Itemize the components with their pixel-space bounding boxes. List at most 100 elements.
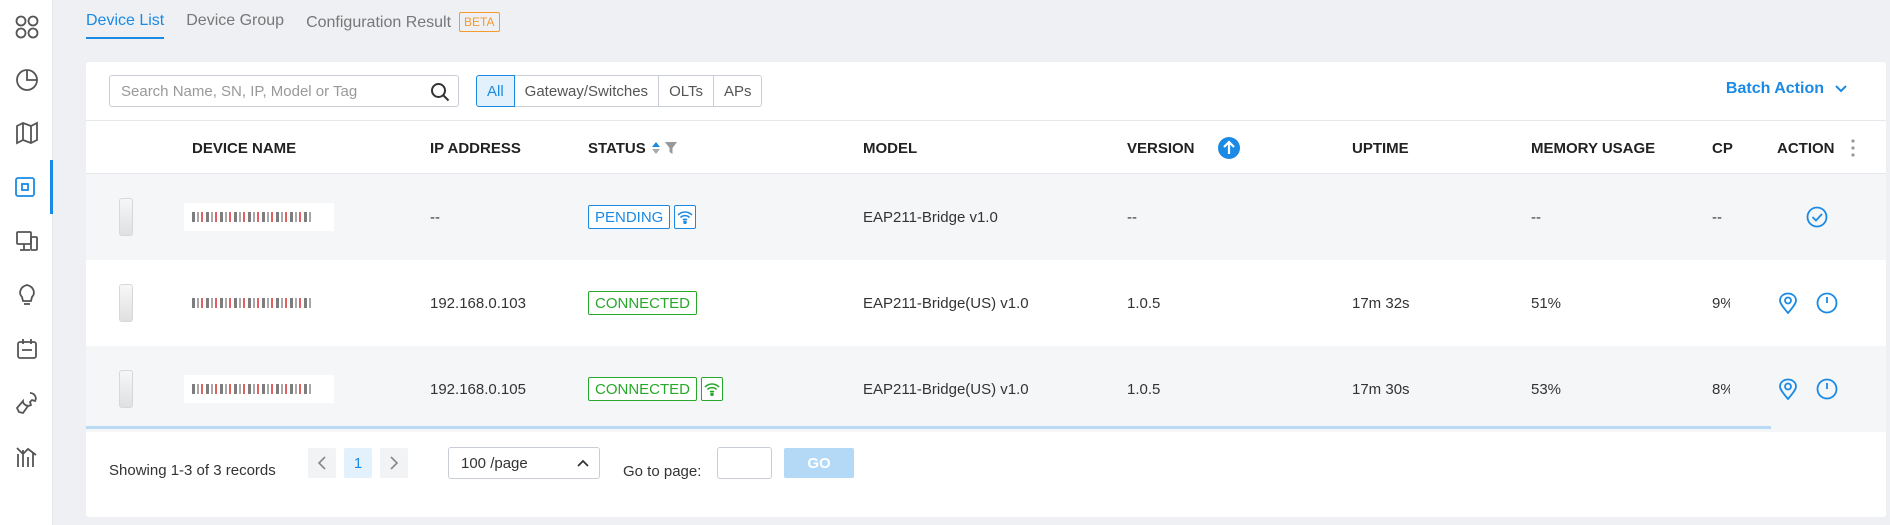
filter-olts-button[interactable]: OLTs	[658, 75, 714, 107]
device-thumbnail	[119, 174, 133, 260]
tab-device-list-label: Device List	[86, 12, 165, 29]
prev-page-button[interactable]	[308, 448, 336, 478]
wireless-icon	[674, 205, 697, 229]
records-summary: Showing 1-3 of 3 records	[109, 462, 276, 479]
sidebar-item-insight[interactable]	[0, 268, 53, 322]
device-image	[119, 370, 133, 408]
column-memory-usage[interactable]: MEMORY USAGE	[1531, 121, 1655, 175]
sidebar-item-reports[interactable]	[0, 430, 53, 484]
ip-cell: 192.168.0.103	[430, 294, 526, 312]
memory-cell: 53%	[1531, 380, 1562, 398]
action-cell	[1777, 260, 1838, 346]
next-page-button[interactable]	[380, 448, 408, 478]
device-thumbnail	[119, 260, 133, 346]
status-cell: PENDING	[588, 174, 697, 260]
upgrade-arrow-icon[interactable]	[1217, 136, 1241, 160]
tab-configuration-result[interactable]: Configuration Result BETA	[306, 12, 500, 39]
sidebar-item-logs[interactable]	[0, 322, 53, 376]
search-icon[interactable]	[430, 82, 450, 102]
action-cell	[1777, 346, 1838, 432]
power-reboot-icon[interactable]	[1816, 378, 1838, 400]
batch-action-button[interactable]: Batch Action	[1726, 80, 1848, 98]
sidebar-item-dashboard[interactable]	[0, 0, 53, 54]
table-row[interactable]: -- PENDING EAP211-Bridge v1.0 -- -- --	[86, 174, 1886, 260]
tab-device-group-label: Device Group	[186, 12, 285, 29]
sidebar-item-tools[interactable]	[0, 376, 53, 430]
column-status-label: STATUS	[588, 139, 646, 157]
column-version[interactable]: VERSION	[1127, 121, 1241, 175]
table-row[interactable]: 192.168.0.105 CONNECTED EAP211-Bridge(US…	[86, 346, 1886, 432]
filter-gateway-switches-button[interactable]: Gateway/Switches	[513, 75, 660, 107]
column-cpu[interactable]: CP	[1712, 121, 1734, 175]
insight-bulb-icon	[18, 284, 35, 305]
chevron-up-icon	[577, 459, 589, 467]
status-cell: CONNECTED	[588, 260, 698, 346]
sort-icon[interactable]	[651, 140, 661, 156]
column-ip-address[interactable]: IP ADDRESS	[430, 121, 521, 175]
dashboard-grid-icon	[15, 15, 38, 39]
redacted-text	[192, 384, 312, 394]
statistics-pie-icon	[15, 69, 38, 91]
horizontal-scrollbar[interactable]	[86, 426, 1771, 429]
sidebar-item-devices[interactable]	[0, 160, 53, 214]
device-name-cell[interactable]	[184, 346, 334, 432]
sidebar-item-map[interactable]	[0, 106, 53, 160]
adopt-check-icon[interactable]	[1806, 206, 1828, 228]
column-status[interactable]: STATUS	[588, 121, 678, 175]
column-action: ACTION	[1777, 121, 1855, 175]
power-reboot-icon[interactable]	[1816, 292, 1838, 314]
page-size-select[interactable]: 100 /page	[448, 447, 600, 479]
column-uptime[interactable]: UPTIME	[1352, 121, 1409, 175]
ip-cell: --	[430, 208, 440, 226]
model-cell: EAP211-Bridge v1.0	[863, 208, 998, 226]
device-type-filter: All Gateway/Switches OLTs APs	[476, 75, 763, 107]
device-name-cell[interactable]	[184, 174, 334, 260]
version-cell: 1.0.5	[1127, 380, 1161, 398]
column-device-name[interactable]: DEVICE NAME	[192, 121, 296, 175]
clients-icon	[15, 231, 38, 251]
model-cell: EAP211-Bridge(US) v1.0	[863, 380, 1029, 398]
tab-bar: Device List Device Group Configuration R…	[86, 12, 522, 42]
version-cell: --	[1127, 208, 1137, 226]
filter-all-button[interactable]: All	[476, 75, 515, 107]
sidebar-item-clients[interactable]	[0, 214, 53, 268]
tab-device-group[interactable]: Device Group	[186, 12, 284, 37]
ip-cell: 192.168.0.105	[430, 380, 526, 398]
goto-page-label: Go to page:	[623, 463, 702, 480]
filter-aps-button[interactable]: APs	[712, 75, 763, 107]
tools-wrench-icon	[15, 392, 37, 415]
column-version-label: VERSION	[1127, 139, 1195, 157]
filter-funnel-icon[interactable]	[664, 141, 678, 155]
sidebar-item-statistics[interactable]	[0, 52, 53, 106]
table-row[interactable]: 192.168.0.103 CONNECTED EAP211-Bridge(US…	[86, 260, 1886, 346]
device-list-panel: All Gateway/Switches OLTs APs Batch Acti…	[86, 62, 1886, 517]
uptime-cell: 17m 32s	[1352, 294, 1410, 312]
search-box	[109, 75, 459, 107]
device-name-redacted	[184, 375, 334, 403]
go-button[interactable]: GO	[784, 448, 854, 478]
device-image	[119, 284, 133, 322]
search-input[interactable]	[110, 77, 415, 105]
chevron-left-icon	[317, 456, 326, 470]
logs-icon	[16, 339, 37, 359]
column-model[interactable]: MODEL	[863, 121, 917, 175]
status-cell: CONNECTED	[588, 346, 724, 432]
redacted-text	[192, 212, 312, 222]
goto-page-input[interactable]	[717, 447, 772, 479]
beta-badge: BETA	[459, 12, 500, 32]
chevron-down-icon	[1835, 85, 1847, 93]
tab-device-list[interactable]: Device List	[86, 12, 165, 39]
more-vertical-icon[interactable]	[1850, 139, 1855, 157]
action-cell	[1806, 174, 1828, 260]
redacted-text	[192, 298, 312, 308]
table-header: DEVICE NAME IP ADDRESS STATUS MODEL VERS…	[86, 120, 1886, 174]
devices-icon	[15, 177, 35, 197]
locate-pin-icon[interactable]	[1777, 292, 1799, 314]
status-badge: CONNECTED	[588, 377, 698, 401]
model-cell: EAP211-Bridge(US) v1.0	[863, 294, 1029, 312]
device-name-cell[interactable]	[184, 260, 334, 346]
locate-pin-icon[interactable]	[1777, 378, 1799, 400]
cpu-cell: 9%	[1712, 294, 1730, 312]
page-number-button[interactable]: 1	[344, 448, 372, 478]
version-cell: 1.0.5	[1127, 294, 1161, 312]
